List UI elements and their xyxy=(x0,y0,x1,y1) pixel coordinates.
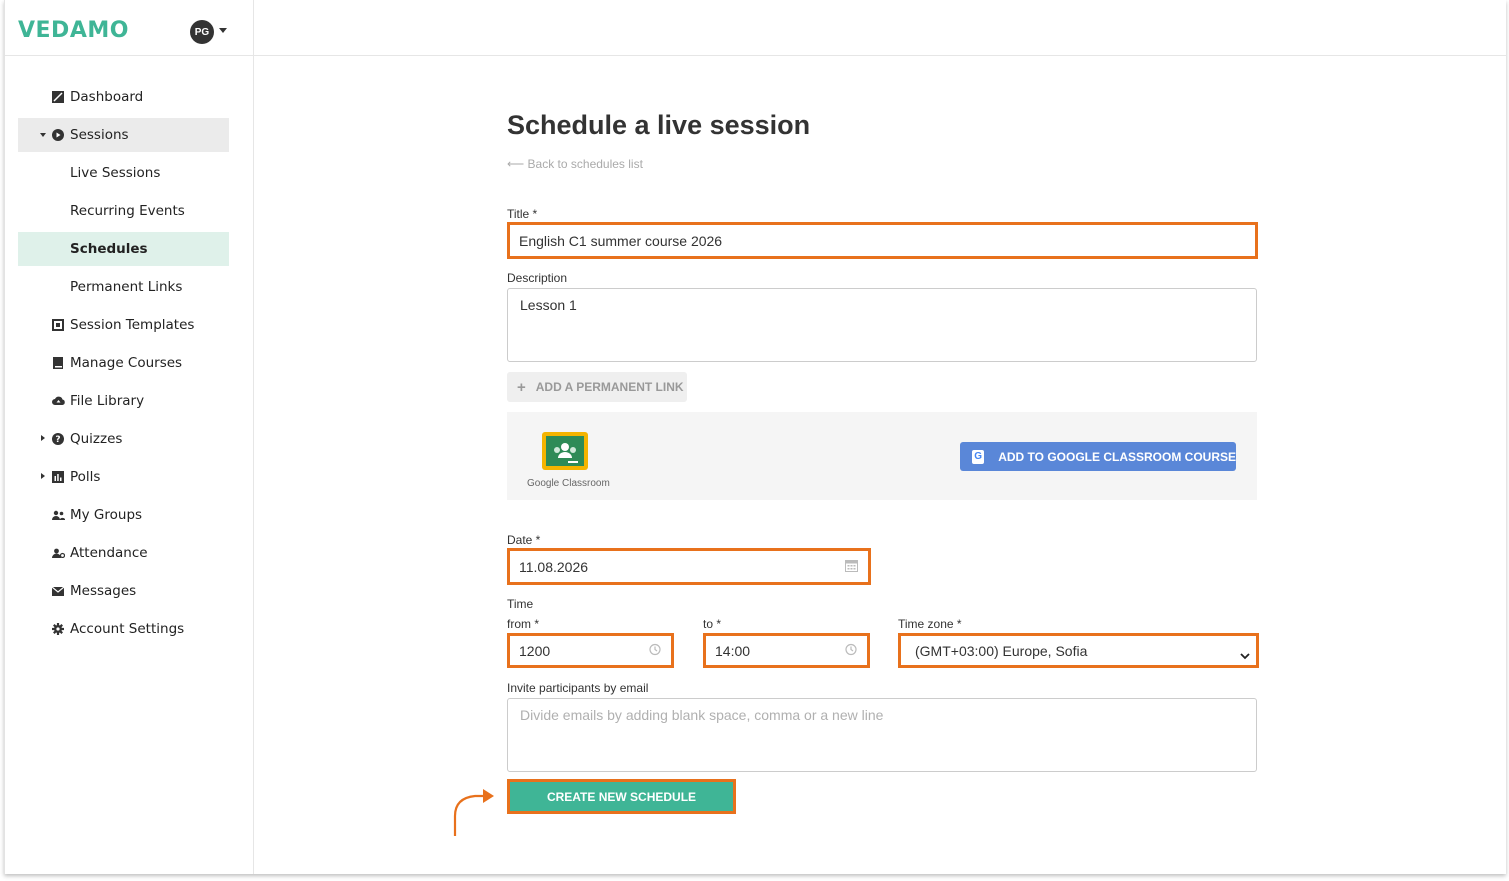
add-to-google-classroom-label: ADD TO GOOGLE CLASSROOM COURSE xyxy=(998,449,1236,464)
pointer-arrow-icon xyxy=(453,789,494,836)
google-icon: G xyxy=(972,449,985,464)
from-label: from * xyxy=(507,617,540,631)
sidebar-item-label: Live Sessions xyxy=(70,165,161,181)
sidebar-item-quizzes[interactable]: ? Quizzes xyxy=(18,422,229,456)
user-avatar[interactable]: PG xyxy=(190,20,214,44)
chevron-down-icon xyxy=(1240,647,1250,659)
sidebar-item-label: Account Settings xyxy=(70,621,185,637)
time-to-input[interactable]: 14:00 xyxy=(703,633,870,668)
sidebar-item-label: Schedules xyxy=(70,241,148,257)
title-label: Title * xyxy=(507,207,538,221)
caret-right-icon xyxy=(41,473,45,479)
question-circle-icon: ? xyxy=(51,432,65,446)
sidebar-item-label: Messages xyxy=(70,583,137,599)
invite-placeholder: Divide emails by adding blank space, com… xyxy=(520,707,884,723)
sidebar-item-label: Polls xyxy=(70,469,101,485)
sidebar-item-schedules[interactable]: Schedules xyxy=(18,232,229,266)
sidebar-item-account-settings[interactable]: Account Settings xyxy=(18,612,229,646)
template-icon xyxy=(51,318,65,332)
sidebar-item-label: My Groups xyxy=(70,507,143,523)
clock-icon xyxy=(845,643,857,658)
sidebar-item-session-templates[interactable]: Session Templates xyxy=(18,308,229,342)
sidebar-item-label: Manage Courses xyxy=(70,355,183,371)
title-input-value: English C1 summer course 2026 xyxy=(519,232,723,249)
sidebar-item-recurring-events[interactable]: Recurring Events xyxy=(18,194,229,228)
sidebar-item-my-groups[interactable]: My Groups xyxy=(18,498,229,532)
sidebar: VEDAMO PG Dashboard Sessions Live Sessio… xyxy=(5,0,254,874)
back-link[interactable]: ⟵ Back to schedules list xyxy=(507,157,643,171)
sidebar-item-sessions[interactable]: Sessions xyxy=(18,118,229,152)
time-from-value: 1200 xyxy=(519,642,551,659)
clock-icon xyxy=(649,643,661,658)
sidebar-item-label: File Library xyxy=(70,393,145,409)
sidebar-item-messages[interactable]: Messages xyxy=(18,574,229,608)
bar-chart-icon xyxy=(51,470,65,484)
sidebar-item-attendance[interactable]: Attendance xyxy=(18,536,229,570)
sidebar-item-label: Attendance xyxy=(70,545,148,561)
time-to-value: 14:00 xyxy=(715,642,751,659)
timezone-label: Time zone * xyxy=(898,617,962,631)
user-check-icon xyxy=(51,546,65,560)
book-icon xyxy=(51,356,65,370)
svg-text:?: ? xyxy=(55,435,60,445)
sidebar-nav: Dashboard Sessions Live Sessions Recurri… xyxy=(18,80,229,650)
google-classroom-logo-icon xyxy=(542,432,588,470)
date-value: 11.08.2026 xyxy=(519,558,589,575)
date-input[interactable]: 11.08.2026 xyxy=(507,548,871,585)
add-to-google-classroom-button[interactable]: G ADD TO GOOGLE CLASSROOM COURSE xyxy=(960,442,1236,471)
dashboard-icon xyxy=(51,90,65,104)
envelope-icon xyxy=(51,584,65,598)
caret-right-icon xyxy=(41,435,45,441)
page-title: Schedule a live session xyxy=(507,110,811,140)
date-label: Date * xyxy=(507,533,541,547)
app-window: VEDAMO PG Dashboard Sessions Live Sessio… xyxy=(4,0,1506,874)
sidebar-item-dashboard[interactable]: Dashboard xyxy=(18,80,229,114)
time-label: Time xyxy=(507,597,534,611)
sidebar-item-label: Sessions xyxy=(70,127,129,143)
sidebar-item-live-sessions[interactable]: Live Sessions xyxy=(18,156,229,190)
top-bar xyxy=(254,0,1506,56)
sidebar-item-manage-courses[interactable]: Manage Courses xyxy=(18,346,229,380)
sidebar-item-file-library[interactable]: File Library xyxy=(18,384,229,418)
invite-email-field[interactable]: Divide emails by adding blank space, com… xyxy=(507,698,1257,772)
sidebar-item-label: Quizzes xyxy=(70,431,123,447)
sidebar-item-label: Recurring Events xyxy=(70,203,185,219)
add-permanent-link-button[interactable]: + ADD A PERMANENT LINK xyxy=(507,372,687,402)
description-value: Lesson 1 xyxy=(520,297,577,313)
plus-icon: + xyxy=(517,378,526,396)
cloud-upload-icon xyxy=(51,394,65,408)
to-label: to * xyxy=(703,617,722,631)
description-field[interactable]: Lesson 1 xyxy=(507,288,1257,362)
users-icon xyxy=(51,508,65,522)
sidebar-item-polls[interactable]: Polls xyxy=(18,460,229,494)
sidebar-item-label: Permanent Links xyxy=(70,279,183,295)
sidebar-item-permanent-links[interactable]: Permanent Links xyxy=(18,270,229,304)
sidebar-item-label: Dashboard xyxy=(70,89,144,105)
title-input[interactable]: English C1 summer course 2026 xyxy=(507,222,1258,259)
chevron-down-icon[interactable] xyxy=(219,28,227,33)
invite-label: Invite participants by email xyxy=(507,681,649,695)
vedamo-logo[interactable]: VEDAMO xyxy=(18,18,129,43)
divider xyxy=(5,55,254,56)
create-new-schedule-button[interactable]: CREATE NEW SCHEDULE xyxy=(507,779,736,814)
gear-icon xyxy=(51,622,65,636)
time-from-input[interactable]: 1200 xyxy=(507,633,674,668)
calendar-icon[interactable] xyxy=(845,559,858,575)
timezone-select[interactable]: (GMT+03:00) Europe, Sofia xyxy=(898,633,1259,668)
google-classroom-text: Google Classroom xyxy=(527,478,610,489)
caret-down-icon xyxy=(40,133,46,137)
add-permanent-link-label: ADD A PERMANENT LINK xyxy=(535,380,684,394)
sidebar-item-label: Session Templates xyxy=(70,317,195,333)
play-circle-icon xyxy=(51,128,65,142)
description-label: Description xyxy=(507,271,568,285)
google-classroom-panel: Google Classroom G ADD TO GOOGLE CLASSRO… xyxy=(507,412,1257,500)
timezone-value: (GMT+03:00) Europe, Sofia xyxy=(915,642,1088,659)
